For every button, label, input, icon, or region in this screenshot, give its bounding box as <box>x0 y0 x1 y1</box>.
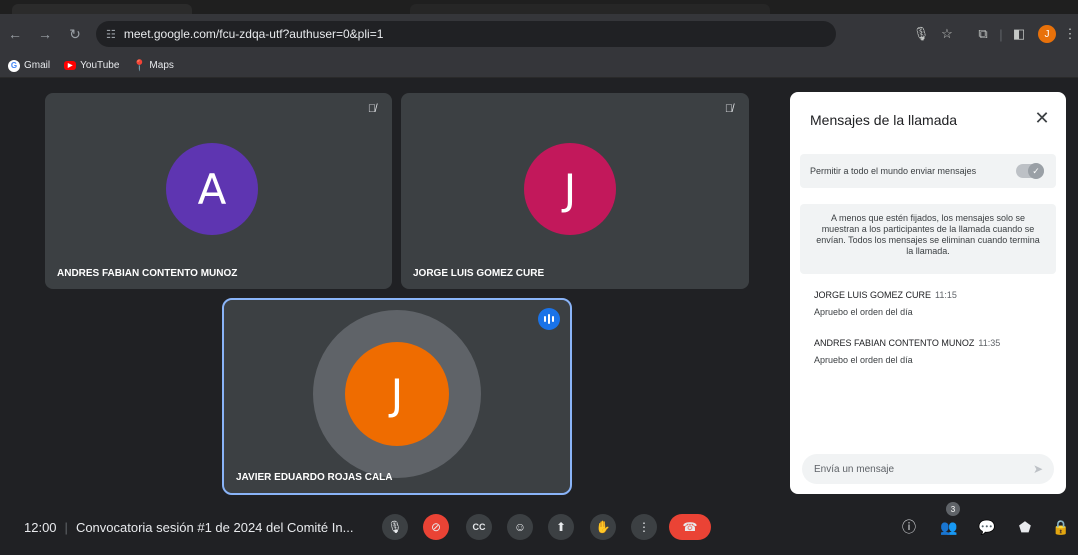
browser-tab[interactable] <box>12 4 192 14</box>
google-icon: G <box>8 59 20 72</box>
message-time: 11:35 <box>978 338 1001 348</box>
allow-messages-label: Permitir a todo el mundo enviar mensajes <box>810 166 977 176</box>
mic-off-icon: 🎙̸ <box>724 103 734 115</box>
allow-messages-toggle[interactable]: ✓ <box>1016 163 1044 179</box>
message-sender: JORGE LUIS GOMEZ CURE <box>814 290 932 300</box>
profile-avatar[interactable]: J <box>1038 25 1056 43</box>
participant-avatar: A <box>166 143 258 235</box>
message-time: 11:15 <box>935 290 957 300</box>
camera-off-icon[interactable]: ⊘ <box>423 514 449 540</box>
captions-icon[interactable]: CC <box>466 514 492 540</box>
participant-tile[interactable]: 🎙̸ J JORGE LUIS GOMEZ CURE <box>401 93 749 289</box>
speaking-indicator-icon <box>538 308 560 330</box>
close-icon[interactable]: ✕ <box>1030 106 1054 130</box>
bookmark-label: Maps <box>149 60 174 71</box>
chat-panel-title: Mensajes de la llamada <box>810 112 958 128</box>
meeting-details-icon[interactable]: ⓘ <box>896 514 922 540</box>
message-text: Apruebo el orden del día <box>814 307 913 317</box>
activities-icon[interactable]: ⬟ <box>1012 514 1038 540</box>
send-icon[interactable]: ➤ <box>1030 461 1046 477</box>
chat-message: ANDRES FABIAN CONTENTO MUNOZ 11:35 Aprueb… <box>814 338 1000 365</box>
bookmark-label: Gmail <box>24 60 51 71</box>
chat-panel: Mensajes de la llamada ✕ Permitir a todo… <box>790 92 1066 494</box>
divider: | <box>64 520 68 535</box>
url-text: meet.google.com/fcu-zdqa-utf?authuser=0&… <box>123 27 384 41</box>
participant-tile[interactable]: 🎙̸ A ANDRES FABIAN CONTENTO MUNOZ <box>45 93 392 289</box>
browser-tab[interactable] <box>410 4 770 14</box>
chat-message: JORGE LUIS GOMEZ CURE 11:15 Apruebo el or… <box>814 290 957 317</box>
participant-name: JAVIER EDUARDO ROJAS CALA <box>236 472 393 483</box>
meeting-title: Convocatoria sesión #1 de 2024 del Comit… <box>75 520 354 535</box>
youtube-icon: ▶ <box>64 61 77 70</box>
message-sender: ANDRES FABIAN CONTENTO MUNOZ <box>814 338 975 348</box>
tab-strip <box>0 0 1078 14</box>
participant-avatar: J <box>345 342 449 446</box>
participant-count-badge: 3 <box>946 502 960 516</box>
people-icon[interactable]: 👥 3 <box>936 502 962 540</box>
participant-name: ANDRES FABIAN CONTENTO MUNOZ <box>57 268 238 279</box>
message-input[interactable] <box>802 454 1054 484</box>
allow-messages-row: Permitir a todo el mundo enviar mensajes… <box>800 154 1056 188</box>
participant-tile-active-speaker[interactable]: J JAVIER EDUARDO ROJAS CALA <box>222 298 572 495</box>
host-controls-icon[interactable]: 🔒 <box>1048 514 1074 540</box>
emoji-icon[interactable]: ☺ <box>507 514 533 540</box>
menu-icon[interactable]: ⋮ <box>1062 21 1078 47</box>
side-panel-icon[interactable]: ◧ <box>1006 21 1032 47</box>
present-screen-icon[interactable]: ⬆ <box>548 514 574 540</box>
bookmark-star-icon[interactable]: ☆ <box>934 21 960 47</box>
message-text: Apruebo el orden del día <box>814 355 913 365</box>
chat-icon[interactable]: 💬 <box>974 514 1000 540</box>
more-options-icon[interactable]: ⋮ <box>631 514 657 540</box>
chat-info-box: A menos que estén fijados, los mensajes … <box>800 204 1056 274</box>
participant-name: JORGE LUIS GOMEZ CURE <box>413 268 545 279</box>
divider: | <box>999 26 1003 42</box>
site-settings-icon[interactable]: ☷ <box>106 28 116 41</box>
check-icon: ✓ <box>1028 163 1044 179</box>
meeting-info: 12:00 | Convocatoria sesión #1 de 2024 del… <box>24 520 353 535</box>
raise-hand-icon[interactable]: ✋ <box>590 514 616 540</box>
hang-up-icon[interactable]: ☎ <box>669 514 711 540</box>
back-icon[interactable]: ← <box>0 19 30 49</box>
bookmark-youtube[interactable]: ▶ YouTube <box>64 60 119 71</box>
bookmark-maps[interactable]: 📍 Maps <box>132 60 174 72</box>
participant-avatar: J <box>524 143 616 235</box>
extensions-icon[interactable]: ⧉ <box>970 21 996 47</box>
meet-stage: 🎙̸ A ANDRES FABIAN CONTENTO MUNOZ 🎙̸ J J… <box>0 78 1078 555</box>
address-bar[interactable]: ☷ meet.google.com/fcu-zdqa-utf?authuser=… <box>96 21 836 47</box>
maps-pin-icon: 📍 <box>132 60 147 72</box>
meeting-time: 12:00 <box>24 520 57 535</box>
reload-icon[interactable]: ↻ <box>60 19 90 49</box>
bookmark-label: YouTube <box>80 60 120 71</box>
bookmarks-bar: G Gmail ▶ YouTube 📍 Maps <box>0 54 1078 78</box>
forward-icon[interactable]: → <box>30 19 60 49</box>
mic-off-icon: 🎙̸ <box>367 103 377 115</box>
control-bar: 12:00 | Convocatoria sesión #1 de 2024 del… <box>0 498 1078 555</box>
bookmark-gmail[interactable]: G Gmail <box>8 59 51 72</box>
mic-in-use-icon[interactable]: 🎙 <box>908 21 934 47</box>
toolbar-actions: 🎙 ☆ ⧉ | ◧ J ⋮ <box>908 14 1078 54</box>
microphone-icon[interactable]: 🎙 <box>382 514 408 540</box>
